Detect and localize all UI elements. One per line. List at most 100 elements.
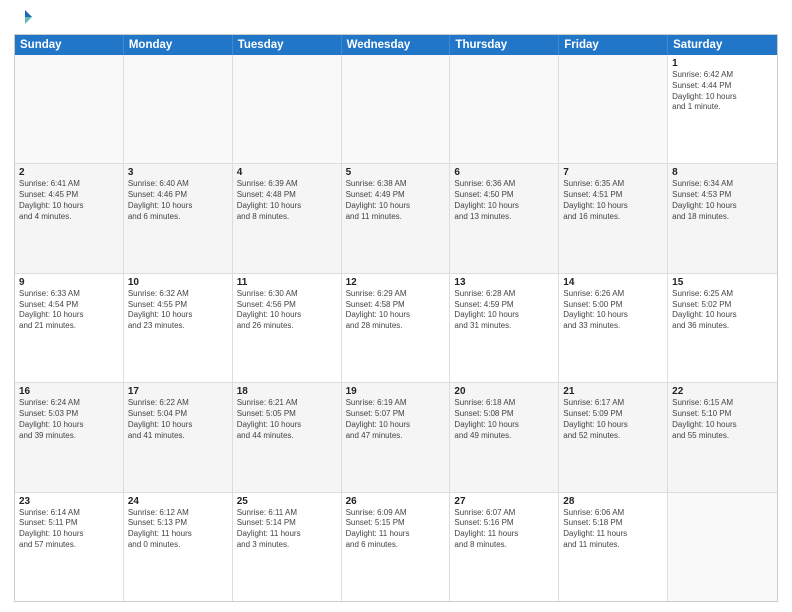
day-cell-15: 15Sunrise: 6:25 AM Sunset: 5:02 PM Dayli… [668,274,777,382]
day-cell-27: 27Sunrise: 6:07 AM Sunset: 5:16 PM Dayli… [450,493,559,601]
day-cell-11: 11Sunrise: 6:30 AM Sunset: 4:56 PM Dayli… [233,274,342,382]
day-cell-7: 7Sunrise: 6:35 AM Sunset: 4:51 PM Daylig… [559,164,668,272]
day-header-monday: Monday [124,35,233,55]
day-cell-1: 1Sunrise: 6:42 AM Sunset: 4:44 PM Daylig… [668,55,777,163]
day-number: 2 [19,167,119,178]
day-cell-23: 23Sunrise: 6:14 AM Sunset: 5:11 PM Dayli… [15,493,124,601]
day-info: Sunrise: 6:22 AM Sunset: 5:04 PM Dayligh… [128,398,228,441]
day-cell-21: 21Sunrise: 6:17 AM Sunset: 5:09 PM Dayli… [559,383,668,491]
day-cell-26: 26Sunrise: 6:09 AM Sunset: 5:15 PM Dayli… [342,493,451,601]
day-cell-28: 28Sunrise: 6:06 AM Sunset: 5:18 PM Dayli… [559,493,668,601]
day-headers-row: SundayMondayTuesdayWednesdayThursdayFrid… [15,35,777,55]
day-number: 10 [128,277,228,288]
week-row-5: 23Sunrise: 6:14 AM Sunset: 5:11 PM Dayli… [15,493,777,601]
day-info: Sunrise: 6:40 AM Sunset: 4:46 PM Dayligh… [128,179,228,222]
day-cell-25: 25Sunrise: 6:11 AM Sunset: 5:14 PM Dayli… [233,493,342,601]
week-row-3: 9Sunrise: 6:33 AM Sunset: 4:54 PM Daylig… [15,274,777,383]
header [14,10,778,26]
day-info: Sunrise: 6:19 AM Sunset: 5:07 PM Dayligh… [346,398,446,441]
day-number: 15 [672,277,773,288]
day-cell-8: 8Sunrise: 6:34 AM Sunset: 4:53 PM Daylig… [668,164,777,272]
day-number: 17 [128,386,228,397]
day-header-tuesday: Tuesday [233,35,342,55]
day-cell-6: 6Sunrise: 6:36 AM Sunset: 4:50 PM Daylig… [450,164,559,272]
day-cell-empty-0-2 [233,55,342,163]
day-number: 21 [563,386,663,397]
day-cell-18: 18Sunrise: 6:21 AM Sunset: 5:05 PM Dayli… [233,383,342,491]
day-cell-empty-0-4 [450,55,559,163]
day-number: 19 [346,386,446,397]
day-header-wednesday: Wednesday [342,35,451,55]
logo-flag-icon [16,8,34,26]
day-info: Sunrise: 6:17 AM Sunset: 5:09 PM Dayligh… [563,398,663,441]
day-info: Sunrise: 6:38 AM Sunset: 4:49 PM Dayligh… [346,179,446,222]
day-number: 22 [672,386,773,397]
day-cell-empty-0-3 [342,55,451,163]
day-number: 14 [563,277,663,288]
day-cell-22: 22Sunrise: 6:15 AM Sunset: 5:10 PM Dayli… [668,383,777,491]
day-cell-4: 4Sunrise: 6:39 AM Sunset: 4:48 PM Daylig… [233,164,342,272]
day-info: Sunrise: 6:26 AM Sunset: 5:00 PM Dayligh… [563,289,663,332]
calendar: SundayMondayTuesdayWednesdayThursdayFrid… [14,34,778,602]
day-number: 27 [454,496,554,507]
day-info: Sunrise: 6:25 AM Sunset: 5:02 PM Dayligh… [672,289,773,332]
day-info: Sunrise: 6:39 AM Sunset: 4:48 PM Dayligh… [237,179,337,222]
day-header-saturday: Saturday [668,35,777,55]
day-cell-empty-0-0 [15,55,124,163]
week-row-2: 2Sunrise: 6:41 AM Sunset: 4:45 PM Daylig… [15,164,777,273]
day-cell-12: 12Sunrise: 6:29 AM Sunset: 4:58 PM Dayli… [342,274,451,382]
day-cell-10: 10Sunrise: 6:32 AM Sunset: 4:55 PM Dayli… [124,274,233,382]
logo [14,10,34,26]
week-row-4: 16Sunrise: 6:24 AM Sunset: 5:03 PM Dayli… [15,383,777,492]
day-number: 4 [237,167,337,178]
day-number: 1 [672,58,773,69]
day-info: Sunrise: 6:28 AM Sunset: 4:59 PM Dayligh… [454,289,554,332]
day-info: Sunrise: 6:14 AM Sunset: 5:11 PM Dayligh… [19,508,119,551]
day-number: 7 [563,167,663,178]
day-number: 18 [237,386,337,397]
day-cell-empty-0-5 [559,55,668,163]
day-number: 20 [454,386,554,397]
day-cell-13: 13Sunrise: 6:28 AM Sunset: 4:59 PM Dayli… [450,274,559,382]
day-cell-17: 17Sunrise: 6:22 AM Sunset: 5:04 PM Dayli… [124,383,233,491]
day-cell-3: 3Sunrise: 6:40 AM Sunset: 4:46 PM Daylig… [124,164,233,272]
day-number: 23 [19,496,119,507]
day-header-sunday: Sunday [15,35,124,55]
day-number: 28 [563,496,663,507]
day-info: Sunrise: 6:34 AM Sunset: 4:53 PM Dayligh… [672,179,773,222]
day-cell-empty-4-6 [668,493,777,601]
day-info: Sunrise: 6:42 AM Sunset: 4:44 PM Dayligh… [672,70,773,113]
day-info: Sunrise: 6:33 AM Sunset: 4:54 PM Dayligh… [19,289,119,332]
day-info: Sunrise: 6:15 AM Sunset: 5:10 PM Dayligh… [672,398,773,441]
day-number: 25 [237,496,337,507]
day-info: Sunrise: 6:29 AM Sunset: 4:58 PM Dayligh… [346,289,446,332]
day-number: 3 [128,167,228,178]
day-cell-14: 14Sunrise: 6:26 AM Sunset: 5:00 PM Dayli… [559,274,668,382]
day-info: Sunrise: 6:18 AM Sunset: 5:08 PM Dayligh… [454,398,554,441]
day-number: 11 [237,277,337,288]
weeks-container: 1Sunrise: 6:42 AM Sunset: 4:44 PM Daylig… [15,55,777,601]
day-info: Sunrise: 6:35 AM Sunset: 4:51 PM Dayligh… [563,179,663,222]
day-info: Sunrise: 6:30 AM Sunset: 4:56 PM Dayligh… [237,289,337,332]
day-info: Sunrise: 6:09 AM Sunset: 5:15 PM Dayligh… [346,508,446,551]
day-info: Sunrise: 6:12 AM Sunset: 5:13 PM Dayligh… [128,508,228,551]
day-info: Sunrise: 6:24 AM Sunset: 5:03 PM Dayligh… [19,398,119,441]
day-number: 5 [346,167,446,178]
day-number: 24 [128,496,228,507]
week-row-1: 1Sunrise: 6:42 AM Sunset: 4:44 PM Daylig… [15,55,777,164]
day-info: Sunrise: 6:21 AM Sunset: 5:05 PM Dayligh… [237,398,337,441]
day-cell-16: 16Sunrise: 6:24 AM Sunset: 5:03 PM Dayli… [15,383,124,491]
day-info: Sunrise: 6:07 AM Sunset: 5:16 PM Dayligh… [454,508,554,551]
day-cell-2: 2Sunrise: 6:41 AM Sunset: 4:45 PM Daylig… [15,164,124,272]
day-info: Sunrise: 6:41 AM Sunset: 4:45 PM Dayligh… [19,179,119,222]
page: SundayMondayTuesdayWednesdayThursdayFrid… [0,0,792,612]
day-info: Sunrise: 6:36 AM Sunset: 4:50 PM Dayligh… [454,179,554,222]
day-cell-5: 5Sunrise: 6:38 AM Sunset: 4:49 PM Daylig… [342,164,451,272]
day-number: 8 [672,167,773,178]
day-cell-9: 9Sunrise: 6:33 AM Sunset: 4:54 PM Daylig… [15,274,124,382]
day-cell-empty-0-1 [124,55,233,163]
day-number: 9 [19,277,119,288]
day-header-friday: Friday [559,35,668,55]
day-info: Sunrise: 6:06 AM Sunset: 5:18 PM Dayligh… [563,508,663,551]
day-number: 16 [19,386,119,397]
